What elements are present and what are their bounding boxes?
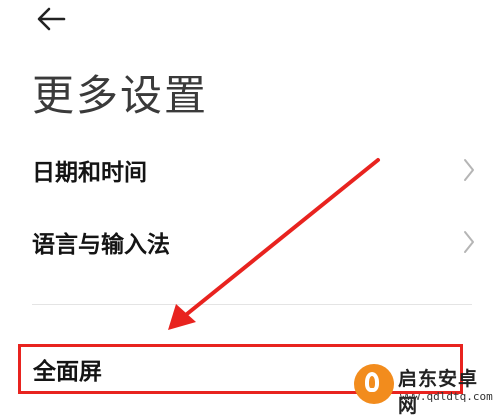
page-title: 更多设置 xyxy=(32,71,209,120)
chevron-right-icon xyxy=(462,157,476,183)
chevron-right-icon xyxy=(462,229,476,255)
section-divider xyxy=(32,304,472,305)
watermark-url: www.qdldtq.com xyxy=(400,390,493,403)
settings-item-label: 语言与输入法 xyxy=(32,232,170,258)
watermark-logo-icon xyxy=(354,364,394,404)
settings-item-label: 全面屏 xyxy=(33,359,102,385)
back-arrow-icon[interactable] xyxy=(36,6,66,32)
settings-item-language-input[interactable]: 语言与输入法 xyxy=(0,212,500,272)
settings-item-date-time[interactable]: 日期和时间 xyxy=(0,140,500,200)
watermark: 启东安卓网 www.qdldtq.com xyxy=(354,360,494,417)
settings-item-label: 日期和时间 xyxy=(32,160,147,186)
